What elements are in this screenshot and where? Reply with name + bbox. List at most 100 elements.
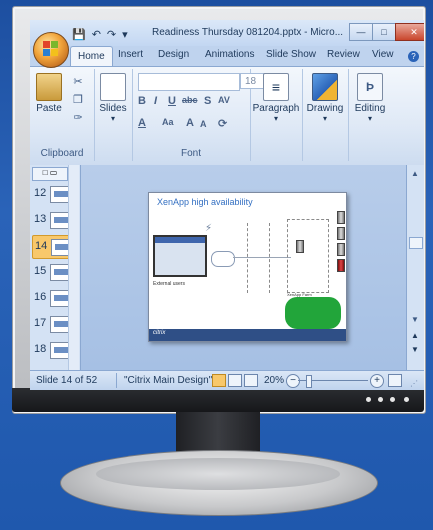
connection-line xyxy=(233,257,291,258)
monitor-base-top xyxy=(96,458,340,490)
save-icon[interactable]: 💾 xyxy=(72,28,86,41)
vertical-scrollbar[interactable]: ▲ ▼ ▲ ▼ xyxy=(406,165,424,370)
copy-icon[interactable]: ❐ xyxy=(70,93,86,107)
users-label: External users xyxy=(153,281,185,287)
next-slide-icon[interactable]: ▼ xyxy=(411,345,419,354)
office-logo-icon xyxy=(43,41,58,57)
monitor-power-button[interactable] xyxy=(404,397,409,402)
editing-group: Þ Editing ▾ xyxy=(348,69,392,161)
underline-icon[interactable]: U xyxy=(168,95,176,107)
tab-design[interactable]: Design xyxy=(158,49,189,60)
status-bar: Slide 14 of 52 "Citrix Main Design" 20% … xyxy=(30,370,424,390)
server-icon xyxy=(337,259,345,272)
slides-group: Slides ▾ xyxy=(94,69,133,161)
chevron-down-icon: ▾ xyxy=(367,114,372,123)
bold-icon[interactable]: B xyxy=(138,95,146,107)
slide-show-icon[interactable] xyxy=(244,374,258,387)
find-icon: Þ xyxy=(357,73,383,101)
chevron-down-icon: ▾ xyxy=(273,114,278,123)
tab-home[interactable]: Home xyxy=(70,46,113,67)
slides-button[interactable]: Slides ▾ xyxy=(98,73,128,123)
slide-canvas[interactable]: XenApp high availability ⚡ External user… xyxy=(148,192,347,342)
powerpoint-window: 💾 ↶ ↷ ▾ Readiness Thursday 081204.pptx -… xyxy=(30,20,424,390)
change-case-icon[interactable]: Aa xyxy=(162,117,174,127)
paragraph-button[interactable]: ≡ Paragraph ▾ xyxy=(252,73,300,123)
font-label: Font xyxy=(180,148,201,159)
desktop-illustration xyxy=(153,235,207,277)
pane-tabs[interactable]: □ ▭ xyxy=(32,167,68,181)
paste-button[interactable]: Paste xyxy=(34,73,64,114)
quick-access-toolbar: 💾 ↶ ↷ ▾ xyxy=(72,26,128,42)
tab-slide-show[interactable]: Slide Show xyxy=(266,49,316,60)
font-name-input[interactable] xyxy=(138,73,240,91)
zoom-level[interactable]: 20% xyxy=(264,375,284,386)
tab-animations[interactable]: Animations xyxy=(205,49,254,60)
server-farm-box xyxy=(287,219,329,293)
resize-grip-icon[interactable]: ⋰ xyxy=(410,379,418,388)
slide-footer: citrix xyxy=(149,329,346,341)
paragraph-group: ≡ Paragraph ▾ xyxy=(250,69,303,161)
slides-pane: □ ▭ 12 13 14 15 16 17 18 xyxy=(30,165,81,370)
previous-slide-icon[interactable]: ▲ xyxy=(411,331,419,340)
maximize-icon[interactable]: □ xyxy=(372,23,396,41)
office-button[interactable] xyxy=(33,32,69,68)
font-group: 18 B I U abc S AV A Aa A A ⟳ Font xyxy=(132,69,276,161)
scroll-thumb[interactable] xyxy=(409,237,423,249)
cut-icon[interactable]: ✂ xyxy=(70,75,86,89)
character-spacing-icon[interactable]: AV xyxy=(218,95,230,105)
clipboard-group: Paste ✂ ❐ ✑ Clipboard xyxy=(30,69,95,161)
clipboard-label: Clipboard xyxy=(40,148,84,159)
green-callout xyxy=(285,297,341,329)
minimize-icon[interactable]: — xyxy=(349,23,373,41)
window-title: Readiness Thursday 081204.pptx - Micro..… xyxy=(152,27,344,38)
clear-formatting-icon[interactable]: ⟳ xyxy=(218,117,227,130)
slides-pane-scrollbar[interactable] xyxy=(68,165,79,370)
monitor-led xyxy=(366,397,371,402)
strikethrough-icon[interactable]: abc xyxy=(182,95,198,105)
zoom-out-icon[interactable]: − xyxy=(286,374,300,388)
shrink-font-icon[interactable]: A xyxy=(200,119,207,129)
monitor-led xyxy=(390,397,395,402)
zoom-slider-handle[interactable] xyxy=(306,375,312,388)
title-bar: 💾 ↶ ↷ ▾ Readiness Thursday 081204.pptx -… xyxy=(30,20,424,46)
tab-review[interactable]: Review xyxy=(327,49,360,60)
customize-icon[interactable]: ▾ xyxy=(122,28,128,41)
slide-sorter-icon[interactable] xyxy=(228,374,242,387)
normal-view-icon[interactable] xyxy=(212,374,226,387)
tab-view[interactable]: View xyxy=(372,49,394,60)
new-slide-icon xyxy=(100,73,126,101)
monitor-led xyxy=(378,397,383,402)
firewall-line xyxy=(247,223,249,293)
drawing-button[interactable]: Drawing ▾ xyxy=(304,73,346,123)
window-controls: — □ ✕ xyxy=(349,23,424,41)
monitor-bottom-bar xyxy=(12,388,424,412)
editing-button[interactable]: Þ Editing ▾ xyxy=(350,73,390,123)
lightning-icon: ⚡ xyxy=(205,223,213,234)
drawing-group: Drawing ▾ xyxy=(302,69,349,161)
paste-icon xyxy=(36,73,62,101)
grow-font-icon[interactable]: A xyxy=(186,117,194,129)
fit-to-window-icon[interactable] xyxy=(388,374,402,387)
font-color-icon[interactable]: A xyxy=(138,117,146,129)
server-icon xyxy=(337,243,345,256)
help-icon[interactable]: ? xyxy=(408,51,419,62)
paragraph-icon: ≡ xyxy=(263,73,289,101)
server-icon xyxy=(296,240,304,253)
server-icon xyxy=(337,227,345,240)
firewall-line xyxy=(269,223,271,293)
chevron-down-icon: ▾ xyxy=(322,114,327,123)
zoom-in-icon[interactable]: + xyxy=(370,374,384,388)
cloud-icon xyxy=(211,251,235,267)
text-shadow-icon[interactable]: S xyxy=(204,95,211,107)
undo-icon[interactable]: ↶ xyxy=(92,28,101,41)
italic-icon[interactable]: I xyxy=(154,95,157,107)
chevron-down-icon: ▾ xyxy=(110,114,115,123)
ribbon: Paste ✂ ❐ ✑ Clipboard Slides ▾ 18 B I U … xyxy=(30,66,424,166)
shapes-icon xyxy=(312,73,338,101)
tab-insert[interactable]: Insert xyxy=(118,49,143,60)
close-icon[interactable]: ✕ xyxy=(395,23,424,41)
redo-icon[interactable]: ↷ xyxy=(107,28,116,41)
scroll-up-icon[interactable]: ▲ xyxy=(411,169,419,178)
format-painter-icon[interactable]: ✑ xyxy=(70,111,86,125)
scroll-down-icon[interactable]: ▼ xyxy=(411,315,419,324)
